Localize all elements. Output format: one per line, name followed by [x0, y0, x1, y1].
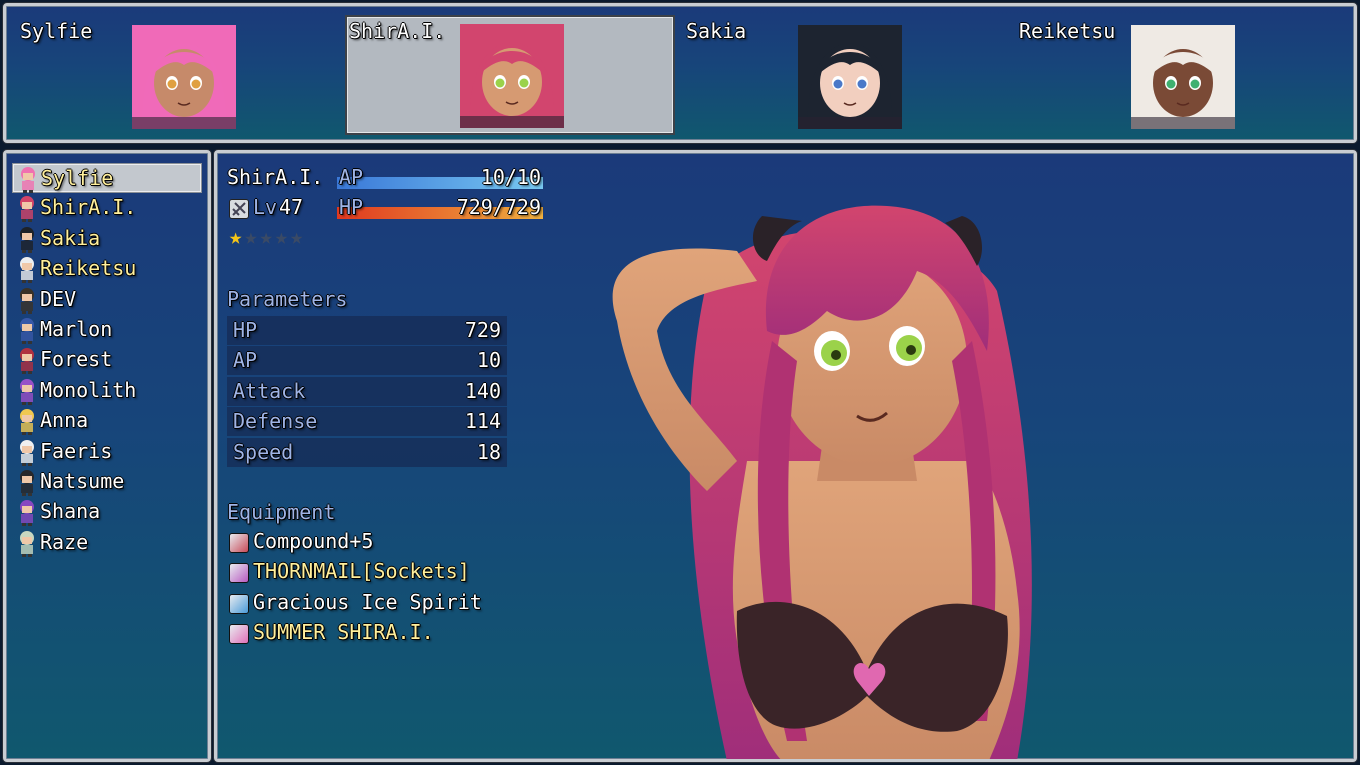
equipment-name: Compound+5	[253, 529, 373, 553]
hp-gauge: HP 729/729	[337, 195, 543, 219]
costume-icon	[229, 624, 249, 644]
star-empty-icon: ★	[260, 225, 275, 250]
spirit-icon	[229, 594, 249, 614]
party-window: Sylfie ShirA.I. Sakia Reikets	[3, 3, 1357, 143]
character-sprite-icon	[16, 377, 38, 405]
param-row-ap: AP 10	[227, 346, 507, 375]
param-value: 114	[465, 409, 501, 433]
party-member-1[interactable]: ShirA.I.	[345, 15, 675, 135]
star-empty-icon: ★	[244, 225, 259, 250]
armor-icon	[229, 563, 249, 583]
hp-value: 729/729	[457, 195, 541, 219]
party-member-name: ShirA.I.	[349, 19, 445, 43]
face-portrait	[460, 24, 564, 128]
param-row-speed: Speed 18	[227, 438, 507, 467]
roster-item-sylfie[interactable]: Sylfie	[12, 163, 202, 193]
face-portrait	[132, 25, 236, 129]
class-icon	[229, 199, 249, 219]
face-portrait	[1131, 25, 1235, 129]
roster-item-sakia[interactable]: Sakia	[12, 224, 202, 254]
character-sprite-icon	[17, 165, 39, 193]
roster-item-label: Faeris	[40, 439, 112, 463]
character-sprite-icon	[16, 255, 38, 283]
roster-item-label: Shana	[40, 499, 100, 523]
roster-item-label: Monolith	[40, 378, 136, 402]
ap-value: 10/10	[481, 165, 541, 189]
equipment-title: Equipment	[227, 500, 335, 524]
level-label: Lv	[253, 195, 277, 219]
character-sprite-icon	[16, 498, 38, 526]
roster-window: Sylfie ShirA.I. Sakia Reiketsu DEV	[3, 150, 211, 762]
roster-item-shira-i-[interactable]: ShirA.I.	[12, 193, 202, 223]
party-member-name: Sakia	[686, 19, 746, 43]
character-sprite-icon	[16, 407, 38, 435]
roster-item-label: Raze	[40, 530, 88, 554]
param-row-attack: Attack 140	[227, 377, 507, 406]
roster-item-natsume[interactable]: Natsume	[12, 467, 202, 497]
param-name: AP	[233, 348, 257, 372]
party-member-3[interactable]: Reiketsu	[1011, 15, 1341, 135]
roster-item-label: Marlon	[40, 317, 112, 341]
roster-item-label: Reiketsu	[40, 256, 136, 280]
roster-item-label: DEV	[40, 287, 76, 311]
face-portrait	[798, 25, 902, 129]
roster-item-label: Sakia	[40, 226, 100, 250]
character-sprite-icon	[16, 316, 38, 344]
weapon-icon	[229, 533, 249, 553]
character-sprite-icon	[16, 438, 38, 466]
party-member-2[interactable]: Sakia	[678, 15, 1008, 135]
roster-item-anna[interactable]: Anna	[12, 406, 202, 436]
character-sprite-icon	[16, 194, 38, 222]
level-value: 47	[279, 195, 303, 219]
ap-gauge: AP 10/10	[337, 165, 543, 189]
param-name: Defense	[233, 409, 317, 433]
param-name: Speed	[233, 440, 293, 464]
param-name: Attack	[233, 379, 305, 403]
roster-item-raze[interactable]: Raze	[12, 528, 202, 558]
roster-item-label: Anna	[40, 408, 88, 432]
party-member-0[interactable]: Sylfie	[12, 15, 342, 135]
roster-item-forest[interactable]: Forest	[12, 345, 202, 375]
roster-item-label: Forest	[40, 347, 112, 371]
character-art	[557, 161, 1117, 762]
roster-item-label: Sylfie	[41, 166, 113, 190]
character-sprite-icon	[16, 225, 38, 253]
equipment-name: SUMMER SHIRA.I.	[253, 620, 434, 644]
equipment-name: Gracious Ice Spirit	[253, 590, 482, 614]
party-member-name: Reiketsu	[1019, 19, 1115, 43]
param-value: 10	[477, 348, 501, 372]
roster-item-monolith[interactable]: Monolith	[12, 376, 202, 406]
param-row-hp: HP 729	[227, 316, 507, 345]
character-sprite-icon	[16, 529, 38, 557]
roster-item-label: ShirA.I.	[40, 195, 136, 219]
roster-item-shana[interactable]: Shana	[12, 497, 202, 527]
character-sprite-icon	[16, 346, 38, 374]
star-filled-icon: ★	[229, 225, 244, 250]
roster-item-label: Natsume	[40, 469, 124, 493]
party-member-name: Sylfie	[20, 19, 92, 43]
param-value: 140	[465, 379, 501, 403]
param-value: 18	[477, 440, 501, 464]
roster-item-reiketsu[interactable]: Reiketsu	[12, 254, 202, 284]
roster-item-marlon[interactable]: Marlon	[12, 315, 202, 345]
actor-name: ShirA.I.	[227, 165, 323, 189]
star-empty-icon: ★	[290, 225, 305, 250]
ap-label: AP	[339, 165, 363, 189]
character-sprite-icon	[16, 286, 38, 314]
param-row-defense: Defense 114	[227, 407, 507, 436]
hp-label: HP	[339, 195, 363, 219]
parameters-title: Parameters	[227, 287, 347, 311]
roster-item-dev[interactable]: DEV	[12, 285, 202, 315]
rarity-stars: ★★★★★	[229, 225, 305, 250]
roster-item-faeris[interactable]: Faeris	[12, 437, 202, 467]
character-sprite-icon	[16, 468, 38, 496]
param-name: HP	[233, 318, 257, 342]
status-window: ShirA.I. AP 10/10 Lv 47 HP 729/729 ★★★★★…	[214, 150, 1357, 762]
param-value: 729	[465, 318, 501, 342]
star-empty-icon: ★	[275, 225, 290, 250]
equipment-name: THORNMAIL[Sockets]	[253, 559, 470, 583]
